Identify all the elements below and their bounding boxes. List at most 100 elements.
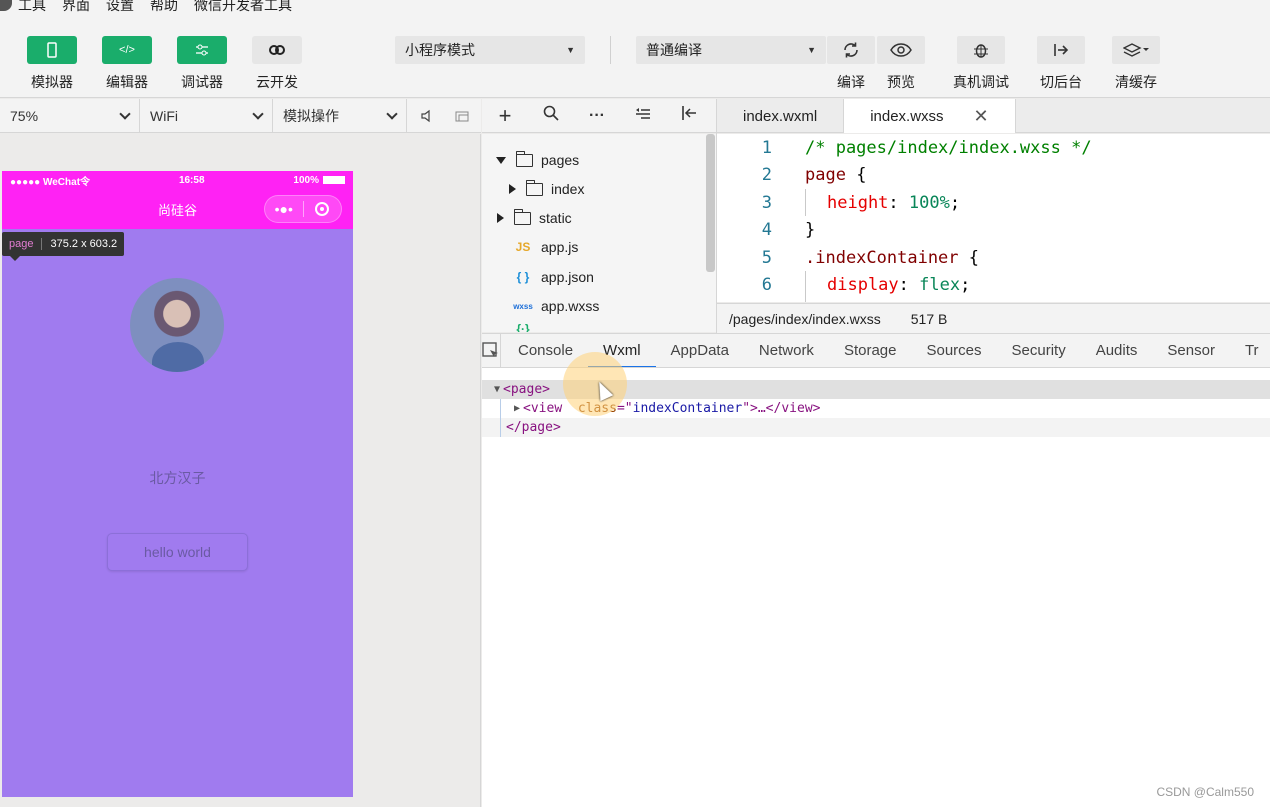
caret-down-icon: ▼ bbox=[566, 45, 575, 55]
menu-wechat-devtools[interactable]: 微信开发者工具 bbox=[194, 0, 292, 15]
menu-view[interactable]: 界面 bbox=[62, 0, 90, 15]
collapse-sidebar-icon[interactable] bbox=[666, 105, 712, 126]
tree-file-app-js[interactable]: JS app.js bbox=[513, 236, 579, 258]
phone-screen[interactable]: ●●●●● WeChat令 16:58 100% 尚硅谷 •●• 北方汉子 he… bbox=[2, 171, 353, 797]
xml-tag: <page> bbox=[503, 382, 550, 397]
indent-guide bbox=[805, 189, 806, 216]
json-file-icon: { } bbox=[516, 270, 530, 284]
preview-button[interactable]: 预览 bbox=[877, 36, 925, 92]
bug-icon bbox=[957, 36, 1005, 64]
editor-status-bar: /pages/index/index.wxss 517 B bbox=[717, 303, 1270, 333]
tree-file-app-wxss[interactable]: wxss app.wxss bbox=[513, 295, 599, 317]
menu-bar: 工具 界面 设置 帮助 微信开发者工具 bbox=[0, 0, 292, 15]
tree-folder-pages[interactable]: pages bbox=[496, 149, 579, 171]
tab-appdata[interactable]: AppData bbox=[656, 334, 744, 367]
network-select[interactable]: WiFi bbox=[140, 98, 273, 133]
tab-sources[interactable]: Sources bbox=[911, 334, 996, 367]
line-number: 5 bbox=[761, 247, 772, 268]
code-punctuation: { bbox=[958, 247, 980, 268]
background-label: 切后台 bbox=[1040, 74, 1082, 90]
preview-label: 预览 bbox=[887, 74, 915, 90]
battery-text: 100% bbox=[293, 174, 319, 186]
tab-trace[interactable]: Tr bbox=[1230, 334, 1270, 367]
tree-folder-static[interactable]: static bbox=[497, 207, 572, 229]
nav-title: 尚硅谷 bbox=[157, 202, 197, 218]
tab-index-wxss[interactable]: index.wxss ✕ bbox=[844, 99, 1016, 133]
line-number: 2 bbox=[761, 164, 772, 185]
close-miniprogram-icon[interactable] bbox=[304, 202, 342, 216]
tree-scrollbar[interactable] bbox=[706, 134, 715, 272]
explorer-toolbar: + ··· bbox=[482, 99, 716, 133]
avatar[interactable] bbox=[130, 278, 224, 372]
hello-world-button[interactable]: hello world bbox=[107, 533, 248, 571]
tab-index-wxml[interactable]: index.wxml bbox=[717, 99, 845, 133]
code-selector: .indexContainer bbox=[805, 247, 959, 268]
folder-icon bbox=[513, 208, 531, 225]
avatar-figure bbox=[152, 342, 204, 372]
battery-icon bbox=[323, 175, 345, 184]
code-line: 1 /* pages/index/index.wxss */ bbox=[717, 134, 1092, 161]
tooltip-size: 375.2 x 603.2 bbox=[50, 238, 118, 250]
more-options-icon[interactable]: ··· bbox=[574, 107, 620, 125]
tab-security[interactable]: Security bbox=[997, 334, 1081, 367]
app-logo-icon bbox=[0, 0, 12, 11]
xml-tag: >…</view> bbox=[750, 401, 821, 416]
detach-window-icon[interactable] bbox=[447, 110, 477, 122]
editor-toggle[interactable]: </> 编辑器 bbox=[97, 36, 157, 92]
tree-folder-index[interactable]: index bbox=[509, 178, 584, 200]
menu-help[interactable]: 帮助 bbox=[150, 0, 178, 15]
close-tab-icon[interactable]: ✕ bbox=[974, 106, 989, 127]
code-editor[interactable]: 1 /* pages/index/index.wxss */ 2 page { … bbox=[717, 134, 1270, 302]
editor-tabs: index.wxml index.wxss ✕ bbox=[717, 99, 1270, 133]
collapsed-arrow-icon bbox=[509, 184, 516, 194]
compile-mode-select[interactable]: 普通编译 ▼ bbox=[636, 36, 826, 64]
menu-tools[interactable]: 工具 bbox=[18, 0, 46, 15]
caret-down-icon: ▼ bbox=[807, 45, 816, 55]
tree-file-app-json[interactable]: { } app.json bbox=[513, 266, 594, 288]
cloud-dev-label: 云开发 bbox=[256, 74, 298, 90]
background-button[interactable]: 切后台 bbox=[1036, 36, 1086, 92]
sliders-icon bbox=[177, 36, 227, 64]
xml-attr-value: indexContainer bbox=[632, 401, 743, 416]
compile-mode-value: 普通编译 bbox=[646, 42, 702, 58]
volume-icon[interactable] bbox=[407, 109, 447, 123]
simulator-panel: ●●●●● WeChat令 16:58 100% 尚硅谷 •●• 北方汉子 he… bbox=[0, 134, 481, 807]
menu-settings[interactable]: 设置 bbox=[106, 0, 134, 15]
line-number: 1 bbox=[761, 137, 772, 158]
operation-select[interactable]: 模拟操作 bbox=[273, 98, 407, 133]
tab-storage[interactable]: Storage bbox=[829, 334, 912, 367]
tree-file-partial: {·} bbox=[513, 322, 673, 332]
code-punctuation: } bbox=[805, 219, 816, 240]
simulator-toggle[interactable]: 模拟器 bbox=[22, 36, 82, 92]
xml-node-page-close[interactable]: </page> bbox=[482, 418, 1270, 437]
wxss-file-icon: wxss bbox=[513, 301, 533, 311]
tab-sensor[interactable]: Sensor bbox=[1152, 334, 1230, 367]
folder-icon bbox=[525, 179, 543, 196]
clear-cache-button[interactable]: 清缓存 bbox=[1111, 36, 1161, 92]
line-number: 6 bbox=[761, 274, 772, 295]
add-file-icon[interactable]: + bbox=[482, 103, 528, 129]
tab-network[interactable]: Network bbox=[744, 334, 829, 367]
code-line: 2 page { bbox=[717, 161, 867, 188]
watermark: CSDN @Calm550 bbox=[1156, 785, 1254, 799]
real-device-debug-label: 真机调试 bbox=[953, 74, 1009, 90]
inspect-element-icon[interactable] bbox=[482, 334, 501, 367]
mode-select[interactable]: 小程序模式 ▼ bbox=[395, 36, 585, 64]
status-bar: ●●●●● WeChat令 16:58 100% bbox=[2, 171, 353, 189]
debugger-toggle[interactable]: 调试器 bbox=[172, 36, 232, 92]
zoom-select[interactable]: 75% bbox=[0, 98, 140, 133]
tab-audits[interactable]: Audits bbox=[1081, 334, 1153, 367]
expanded-arrow-icon bbox=[496, 156, 506, 164]
search-icon[interactable] bbox=[528, 105, 574, 126]
collapse-list-icon[interactable] bbox=[620, 107, 666, 125]
folder-open-icon bbox=[515, 150, 533, 167]
code-comment: /* pages/index/index.wxss */ bbox=[805, 137, 1092, 158]
file-size: 517 B bbox=[910, 310, 948, 327]
code-icon: </> bbox=[102, 36, 152, 64]
operation-value: 模拟操作 bbox=[283, 107, 339, 124]
cloud-dev-button[interactable]: 云开发 bbox=[247, 36, 307, 92]
real-device-debug-button[interactable]: 真机调试 bbox=[950, 36, 1012, 92]
line-number: 4 bbox=[761, 219, 772, 240]
more-dots-icon[interactable]: •●• bbox=[265, 201, 303, 217]
compile-button[interactable]: 编译 bbox=[827, 36, 875, 92]
